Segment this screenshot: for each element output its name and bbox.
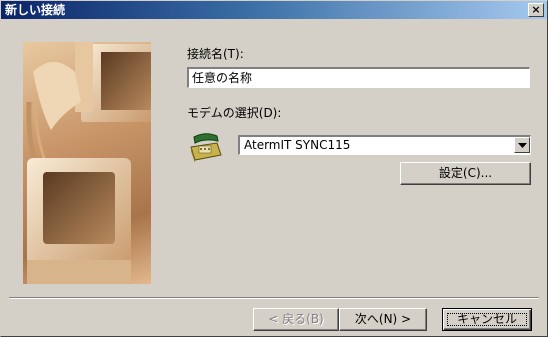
wizard-illustration xyxy=(23,42,151,284)
connection-name-label: 接続名(T): xyxy=(187,47,244,61)
close-icon: × xyxy=(531,3,541,16)
modem-select[interactable]: AtermIT SYNC115 xyxy=(238,135,531,155)
back-button[interactable]: < 戻る(B) xyxy=(253,308,339,331)
modem-select-value: AtermIT SYNC115 xyxy=(244,138,351,152)
title-bar[interactable]: 新しい接続 × xyxy=(1,1,547,19)
dropdown-button[interactable] xyxy=(514,137,530,153)
new-connection-dialog: 新しい接続 × 接続名(T): 任意の名称 モデムの選択(D): AtermIT… xyxy=(0,0,548,337)
footer-separator xyxy=(9,297,539,299)
modem-settings-button[interactable]: 設定(C)... xyxy=(400,162,531,185)
next-button[interactable]: 次へ(N) > xyxy=(339,308,427,331)
computer-monitors-image xyxy=(26,42,151,284)
window-title: 新しい接続 xyxy=(5,3,66,17)
close-button[interactable]: × xyxy=(528,3,544,17)
modem-select-label: モデムの選択(D): xyxy=(187,106,282,120)
modem-phone-icon xyxy=(187,129,223,163)
cancel-button[interactable]: キャンセル xyxy=(442,308,532,331)
chevron-down-icon xyxy=(518,143,527,148)
connection-name-input[interactable]: 任意の名称 xyxy=(187,67,530,88)
cancel-button-label: キャンセル xyxy=(456,312,517,326)
